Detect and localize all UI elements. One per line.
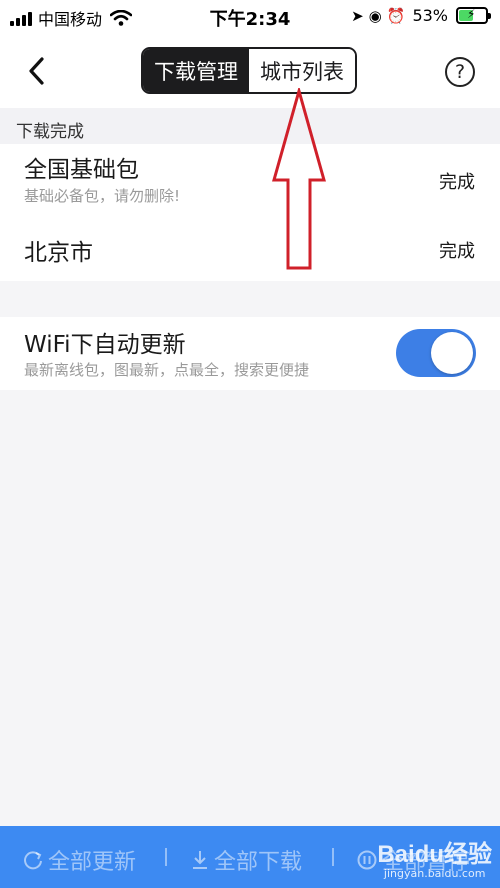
help-button[interactable]: ? bbox=[445, 57, 475, 87]
item-title: 北京市 bbox=[24, 240, 93, 266]
refresh-icon bbox=[24, 851, 42, 870]
nav-bar: 下载管理 城市列表 ? bbox=[0, 34, 500, 108]
status-bar: 中国移动 下午2:34 ➤ ◉ ⏰ 53% ⚡ bbox=[0, 0, 500, 34]
question-circle-icon: ? bbox=[454, 61, 466, 83]
tab-city-list[interactable]: 城市列表 bbox=[249, 49, 355, 92]
update-all-button[interactable]: 全部更新 bbox=[22, 844, 136, 876]
list-item-national-base[interactable]: 全国基础包 基础必备包，请勿删除! 完成 bbox=[0, 144, 500, 226]
orientation-lock-icon: ◉ bbox=[368, 6, 382, 25]
wifi-auto-update-toggle[interactable] bbox=[396, 329, 476, 377]
tab-download-manager[interactable]: 下载管理 bbox=[143, 49, 249, 92]
divider bbox=[332, 848, 334, 866]
wifi-auto-update-setting: WiFi下自动更新 最新离线包，图最新，点最全，搜索更便捷 bbox=[0, 317, 500, 390]
charging-icon: ⚡ bbox=[467, 7, 476, 21]
battery-percent: 53% bbox=[412, 6, 448, 25]
item-subtitle: 基础必备包，请勿删除! bbox=[24, 187, 181, 205]
baidu-watermark: Baidu经验 jingyan.baidu.com bbox=[377, 834, 492, 880]
pause-icon bbox=[357, 850, 377, 870]
update-all-label: 全部更新 bbox=[48, 850, 137, 875]
item-status: 完成 bbox=[439, 241, 475, 262]
annotation-arrow-icon bbox=[272, 88, 326, 270]
alarm-icon: ⏰ bbox=[386, 6, 406, 25]
section-header-downloaded: 下载完成 bbox=[0, 108, 500, 144]
download-icon bbox=[193, 851, 207, 869]
battery-icon: ⚡ bbox=[456, 7, 491, 24]
download-all-button[interactable]: 全部下载 bbox=[190, 844, 302, 876]
bottom-action-bar: 全部更新 全部下载 全部暂停 Baidu经验 jingyan.baidu.com bbox=[0, 826, 500, 888]
setting-subtitle: 最新离线包，图最新，点最全，搜索更便捷 bbox=[24, 361, 310, 379]
chevron-left-icon bbox=[29, 57, 44, 85]
segmented-control: 下载管理 城市列表 bbox=[141, 47, 357, 94]
toggle-knob bbox=[431, 332, 473, 374]
download-list: 全国基础包 基础必备包，请勿删除! 完成 北京市 完成 bbox=[0, 144, 500, 281]
item-status: 完成 bbox=[439, 172, 475, 193]
list-item-beijing[interactable]: 北京市 完成 bbox=[0, 226, 500, 281]
back-button[interactable] bbox=[22, 54, 54, 88]
battery-level: ⚡ bbox=[459, 7, 476, 21]
watermark-sub: jingyan.baidu.com bbox=[383, 867, 486, 880]
location-icon: ➤ bbox=[351, 6, 364, 25]
download-all-label: 全部下载 bbox=[214, 850, 303, 875]
watermark-main: Baidu经验 bbox=[377, 841, 492, 868]
setting-title: WiFi下自动更新 bbox=[24, 332, 186, 358]
item-title: 全国基础包 bbox=[24, 157, 139, 183]
divider bbox=[165, 848, 167, 866]
